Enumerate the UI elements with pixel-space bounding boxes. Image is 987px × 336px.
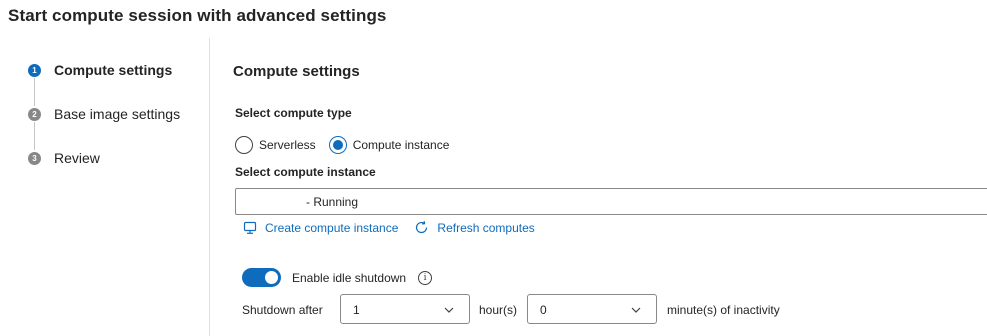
vertical-divider bbox=[209, 38, 210, 336]
chevron-down-icon bbox=[631, 307, 641, 313]
refresh-icon bbox=[416, 221, 428, 234]
step-connector bbox=[34, 78, 35, 106]
compute-instance-value: - Running bbox=[306, 195, 359, 209]
hours-dropdown[interactable]: 1 bbox=[340, 294, 470, 324]
minutes-value: 0 bbox=[540, 303, 547, 317]
shutdown-after-label: Shutdown after bbox=[242, 303, 323, 317]
hours-value: 1 bbox=[353, 303, 360, 317]
step-number-badge: 1 bbox=[28, 63, 41, 77]
minutes-dropdown[interactable]: 0 bbox=[527, 294, 657, 324]
monitor-icon bbox=[243, 221, 257, 234]
compute-type-label: Select compute type bbox=[235, 106, 352, 120]
radio-circle[interactable] bbox=[235, 136, 253, 154]
radio-serverless[interactable]: Serverless bbox=[235, 136, 316, 154]
compute-type-radio-group: Serverless Compute instance bbox=[235, 136, 462, 154]
step-base-image-settings[interactable]: 2 Base image settings bbox=[28, 106, 180, 122]
idle-shutdown-row: Enable idle shutdown i bbox=[242, 268, 433, 287]
chevron-down-icon bbox=[444, 307, 454, 313]
radio-circle-selected[interactable] bbox=[328, 136, 347, 154]
minutes-unit-label: minute(s) of inactivity bbox=[667, 303, 780, 317]
shutdown-after-row: Shutdown after 1 hour(s) 0 minute(s) of … bbox=[242, 294, 802, 324]
step-label: Compute settings bbox=[54, 62, 173, 78]
step-label: Review bbox=[54, 150, 100, 166]
create-compute-instance-label: Create compute instance bbox=[265, 220, 399, 235]
step-compute-settings[interactable]: 1 Compute settings bbox=[28, 62, 172, 78]
step-review[interactable]: 3 Review bbox=[28, 150, 100, 166]
step-label: Base image settings bbox=[54, 106, 181, 122]
idle-shutdown-toggle[interactable] bbox=[242, 268, 281, 287]
radio-label: Serverless bbox=[259, 138, 316, 152]
radio-compute-instance[interactable]: Compute instance bbox=[328, 136, 450, 154]
radio-label: Compute instance bbox=[352, 138, 450, 152]
page-title: Start compute session with advanced sett… bbox=[8, 6, 387, 25]
hours-unit-label: hour(s) bbox=[479, 303, 518, 317]
step-number-badge: 3 bbox=[28, 151, 41, 165]
compute-instance-select[interactable]: - Running bbox=[235, 188, 987, 215]
section-title: Compute settings bbox=[233, 63, 360, 80]
info-icon[interactable]: i bbox=[418, 270, 433, 285]
create-compute-instance-link[interactable]: Create compute instance bbox=[243, 221, 398, 235]
refresh-computes-label: Refresh computes bbox=[437, 220, 535, 235]
compute-links: Create compute instance Refresh computes bbox=[243, 220, 551, 235]
refresh-computes-link[interactable]: Refresh computes bbox=[414, 220, 535, 235]
idle-shutdown-label: Enable idle shutdown bbox=[292, 270, 407, 285]
step-connector bbox=[34, 122, 35, 150]
step-number-badge: 2 bbox=[28, 107, 41, 121]
compute-instance-label: Select compute instance bbox=[235, 165, 376, 179]
